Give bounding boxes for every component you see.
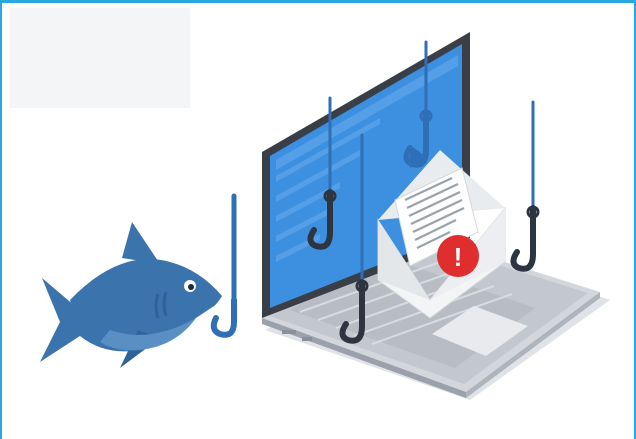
alert-symbol: ! (454, 242, 463, 272)
alert-icon: ! (437, 235, 479, 277)
shark-icon (40, 222, 222, 368)
phishing-illustration: ! (10, 8, 610, 400)
background-panel (10, 8, 190, 108)
